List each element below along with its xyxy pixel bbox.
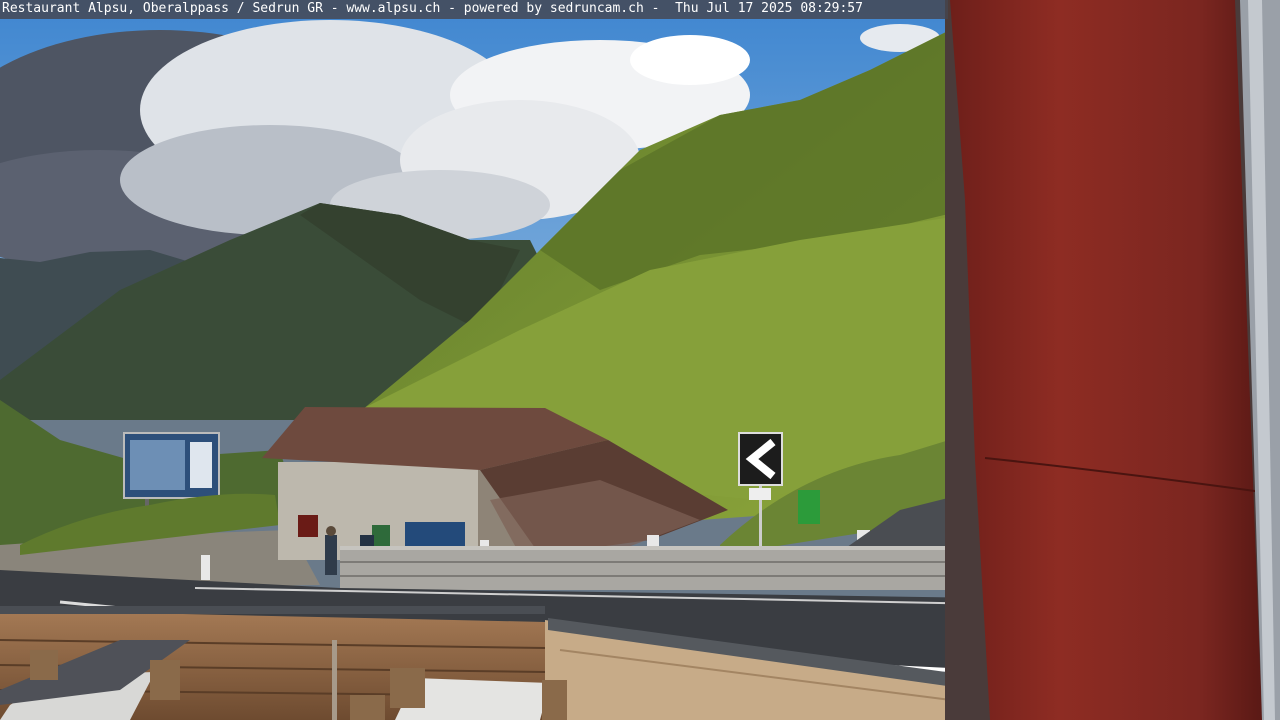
webcam-caption: Restaurant Alpsu, Oberalppass / Sedrun G… — [0, 0, 948, 19]
webcam-scene — [0, 0, 1280, 720]
landscape-image — [0, 0, 1280, 720]
green-bin — [798, 490, 820, 524]
red-wooden-post — [945, 0, 1280, 720]
stone-wall — [340, 546, 988, 590]
